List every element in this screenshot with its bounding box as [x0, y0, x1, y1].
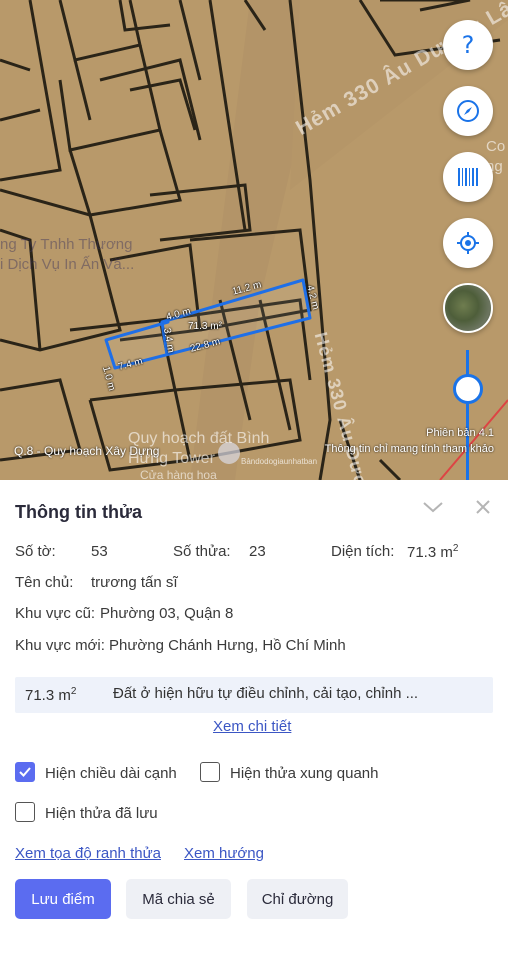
help-button[interactable]: ? [443, 20, 493, 70]
barcode-button[interactable] [443, 152, 493, 202]
dimension-area: 71.3 m² [188, 321, 222, 332]
map-view[interactable]: Hẻm 330 Âu Dương Lân Hẻm 330 Âu Dươ ng T… [0, 0, 508, 480]
layer-name: Q.8 - Quy hoạch Xây Dựng [14, 444, 160, 458]
old-area-label: Khu vực cũ: [15, 605, 96, 622]
old-area-value: Phường 03, Quận 8 [100, 605, 234, 622]
barcode-icon [458, 168, 478, 186]
new-area-value: Phường Chánh Hưng, Hồ Chí Minh [109, 637, 346, 654]
share-code-button[interactable]: Mã chia sẻ [126, 879, 231, 919]
so-thua-value: 23 [249, 543, 266, 560]
poi-label: Co [486, 138, 506, 155]
parcel-info-panel: Thông tin thửa Số tờ: 53 Số thửa: 23 Diệ… [0, 480, 508, 960]
satellite-layer-button[interactable] [443, 283, 493, 333]
view-coordinates-link[interactable]: Xem tọa độ ranh thửa [15, 845, 161, 862]
show-saved-label[interactable]: Hiện thửa đã lưu [45, 805, 158, 822]
owner-label: Tên chủ: [15, 574, 74, 591]
so-to-value: 53 [91, 543, 108, 560]
new-area-label: Khu vực mới: [15, 637, 105, 654]
save-point-button[interactable]: Lưu điểm [15, 879, 111, 919]
land-use-row[interactable]: 71.3 m2 Đất ở hiện hữu tự điều chỉnh, cả… [15, 677, 493, 713]
locate-icon [457, 232, 479, 254]
owner-value: trương tấn sĩ [91, 574, 178, 591]
map-logo-text: Bảndodogiaunhatban [241, 457, 318, 466]
so-thua-label: Số thửa: [173, 543, 231, 560]
map-watermark-3: Cửa hàng hoa [140, 468, 217, 480]
close-icon[interactable] [474, 498, 492, 516]
show-saved-checkbox[interactable] [15, 802, 35, 822]
checkmark-icon [19, 767, 31, 777]
show-surrounding-label[interactable]: Hiện thửa xung quanh [230, 765, 378, 782]
help-icon: ? [462, 32, 475, 58]
poi-label: ng Ty Tnhh Thương [0, 236, 133, 253]
show-edge-length-label[interactable]: Hiện chiều dài cạnh [45, 765, 177, 782]
compass-button[interactable] [443, 86, 493, 136]
land-use-description: Đất ở hiện hữu tự điều chỉnh, cải tạo, c… [113, 685, 419, 702]
opacity-slider-track[interactable] [466, 350, 469, 480]
locate-button[interactable] [443, 218, 493, 268]
dien-tich-value: 71.3 m2 [407, 543, 459, 561]
svg-text:?: ? [462, 32, 475, 58]
app-version: Phiên bản 4.1 [426, 427, 494, 439]
chevron-down-icon[interactable] [422, 500, 444, 514]
directions-button[interactable]: Chỉ đường [247, 879, 348, 919]
poi-label: i Dịch Vụ In Ấn Vă... [0, 256, 135, 273]
panel-title: Thông tin thửa [15, 502, 143, 522]
show-surrounding-checkbox[interactable] [200, 762, 220, 782]
so-to-label: Số tờ: [15, 543, 56, 560]
show-edge-length-checkbox[interactable] [15, 762, 35, 782]
land-use-area: 71.3 m2 [25, 686, 77, 704]
dien-tich-label: Diện tích: [331, 543, 395, 560]
opacity-slider-handle[interactable] [453, 374, 483, 404]
view-detail-link[interactable]: Xem chi tiết [213, 718, 291, 735]
disclaimer-note: Thông tin chỉ mang tính tham khảo [324, 443, 494, 455]
view-direction-link[interactable]: Xem hướng [184, 845, 264, 862]
compass-icon [457, 100, 479, 122]
